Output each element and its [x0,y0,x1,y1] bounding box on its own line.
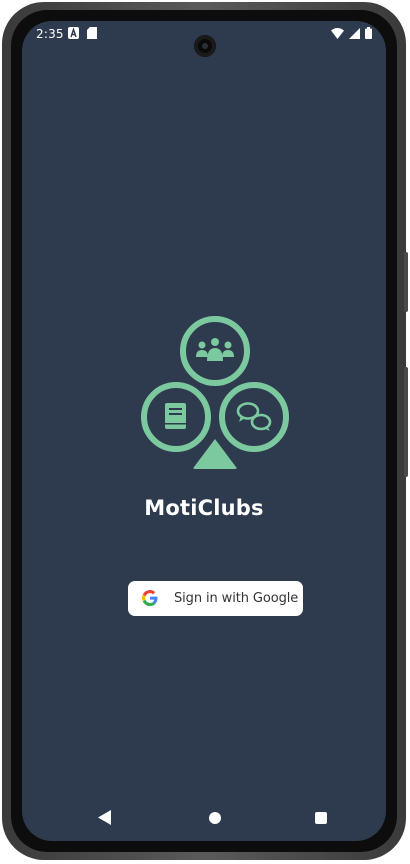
google-sign-in-label: Sign in with Google [174,591,299,606]
chat-icon [219,382,289,452]
volume-button [404,367,408,477]
power-button [404,252,408,312]
signal-icon [349,27,360,42]
status-time: 2:35 [36,27,64,41]
back-icon[interactable] [98,810,111,830]
device-frame: 2:35 MotiClubs Sign in with Google [2,2,408,860]
navigation-bar [22,793,386,841]
font-a-icon [68,27,79,42]
sd-card-icon [87,27,97,42]
wifi-icon [331,27,344,42]
screen: 2:35 MotiClubs Sign in with Google [22,21,386,841]
app-title: MotiClubs [144,496,264,520]
google-icon [142,590,158,606]
recents-icon[interactable] [315,812,327,824]
logo-triangle [193,439,237,469]
google-sign-in-button[interactable]: Sign in with Google [128,581,303,616]
home-icon[interactable] [209,812,221,824]
device-bezel: 2:35 MotiClubs Sign in with Google [11,10,397,852]
app-logo [141,316,289,469]
front-camera [194,35,216,57]
group-icon [180,316,250,386]
book-icon [141,382,211,452]
battery-icon [365,27,372,42]
